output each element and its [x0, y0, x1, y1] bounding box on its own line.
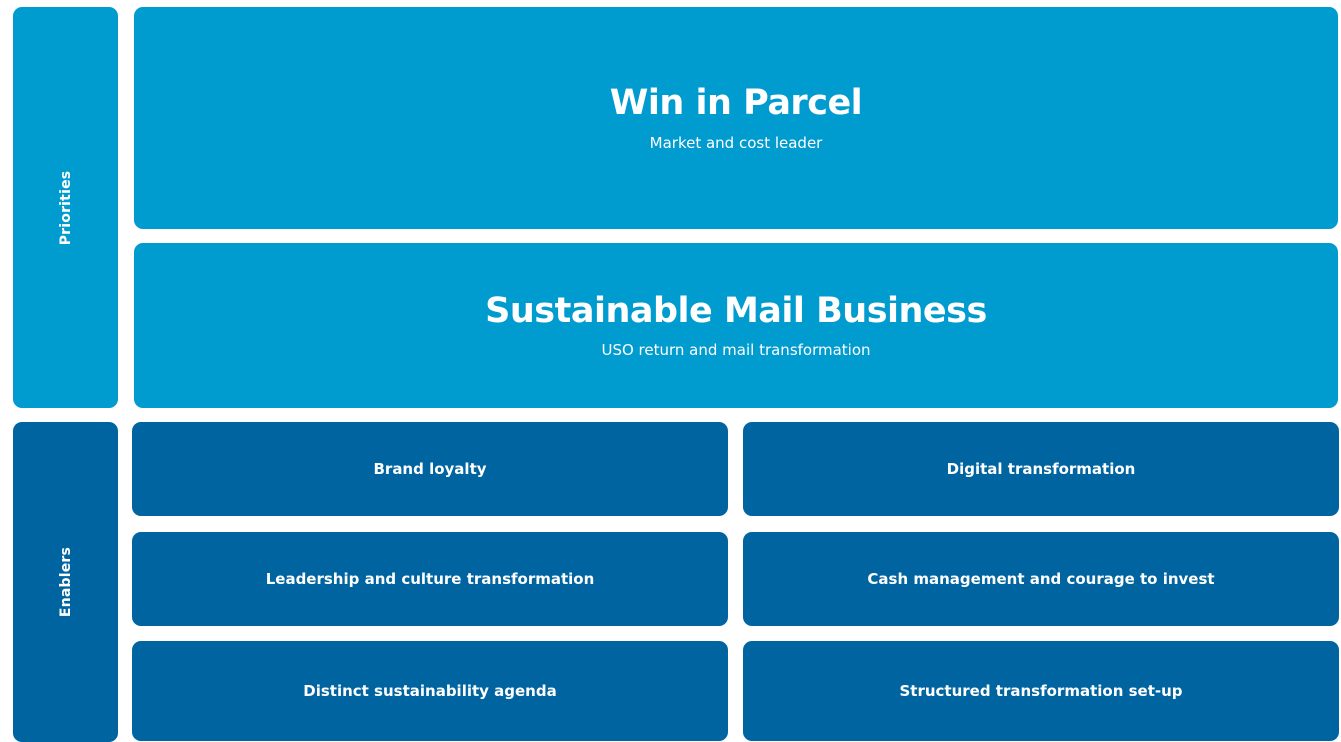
enabler-label: Distinct sustainability agenda — [303, 682, 557, 700]
enabler-cash-management: Cash management and courage to invest — [743, 532, 1339, 626]
enabler-structured-transformation: Structured transformation set-up — [743, 641, 1339, 741]
enablers-label: Enablers — [57, 546, 74, 618]
priority-subtitle: USO return and mail transformation — [601, 341, 871, 360]
enablers-side-panel: Enablers — [13, 422, 118, 742]
enabler-label: Cash management and courage to invest — [867, 570, 1215, 588]
priority-title: Win in Parcel — [609, 83, 863, 124]
enabler-label: Digital transformation — [946, 460, 1136, 478]
enabler-label: Structured transformation set-up — [899, 682, 1183, 700]
priorities-label: Priorities — [57, 170, 74, 245]
enabler-label: Leadership and culture transformation — [265, 570, 595, 588]
enabler-sustainability-agenda: Distinct sustainability agenda — [132, 641, 728, 741]
enabler-brand-loyalty: Brand loyalty — [132, 422, 728, 516]
priority-title: Sustainable Mail Business — [485, 290, 987, 331]
priority-subtitle: Market and cost leader — [649, 133, 823, 152]
enabler-leadership-culture: Leadership and culture transformation — [132, 532, 728, 626]
priorities-side-panel: Priorities — [13, 7, 118, 408]
priority-sustainable-mail-business: Sustainable Mail Business USO return and… — [134, 243, 1338, 408]
priority-win-in-parcel: Win in Parcel Market and cost leader — [134, 7, 1338, 229]
enabler-digital-transformation: Digital transformation — [743, 422, 1339, 516]
enabler-label: Brand loyalty — [373, 460, 487, 478]
